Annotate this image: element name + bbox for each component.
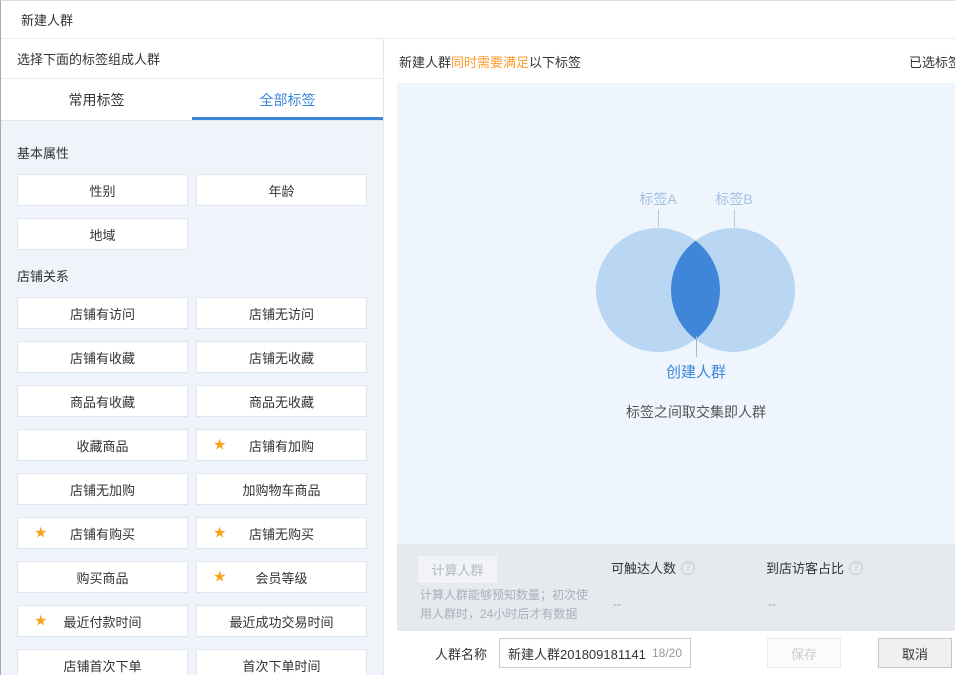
venn-label-b: 标签B	[715, 189, 752, 209]
venn-caption: 标签之间取交集即人群	[626, 402, 766, 422]
create-audience-dialog: 新建人群 选择下面的标签组成人群 常用标签全部标签 基本属性性别 年龄地域店铺关系…	[0, 0, 955, 675]
selected-tags-label: 已选标签	[909, 52, 955, 71]
preview-header-text: 新建人群同时需要满足以下标签	[399, 52, 581, 71]
tag-label: 店铺有收藏	[70, 348, 135, 367]
star-icon: ★	[213, 570, 226, 585]
tag-button[interactable]: ★ 最近付款时间	[17, 605, 188, 637]
dialog-footer: 人群名称 18/20 保存 取消	[397, 631, 955, 675]
calculate-hint: 计算人群能够预知数量；初次使 用人群时，24小时后才有数据	[420, 586, 588, 624]
tab[interactable]: 全部标签	[192, 79, 383, 120]
tab[interactable]: 常用标签	[1, 79, 192, 120]
tag-button[interactable]: 最近成功交易时间	[196, 605, 367, 637]
star-icon: ★	[213, 526, 226, 541]
tag-button[interactable]: 购买商品	[17, 561, 188, 593]
tag-button[interactable]: 首次下单时间	[196, 649, 367, 675]
cancel-button[interactable]: 取消	[878, 638, 952, 668]
help-icon[interactable]: ?	[681, 561, 695, 575]
audience-preview-panel: 新建人群同时需要满足以下标签 已选标签 标签A 标签B	[397, 39, 955, 675]
tag-button[interactable]: 年龄	[196, 174, 367, 206]
star-icon: ★	[213, 438, 226, 453]
tag-button[interactable]: 收藏商品	[17, 429, 188, 461]
header-prefix: 新建人群	[399, 55, 451, 70]
tag-button[interactable]: 加购物车商品	[196, 473, 367, 505]
tag-button[interactable]: 店铺首次下单	[17, 649, 188, 675]
tag-button[interactable]: 地域	[17, 218, 188, 250]
calculate-hint-line1: 计算人群能够预知数量；初次使	[420, 586, 588, 605]
dialog-title: 新建人群	[21, 10, 73, 29]
star-icon: ★	[34, 526, 47, 541]
tag-label: 性别	[89, 181, 115, 200]
section-title: 店铺关系	[17, 266, 367, 285]
tag-button[interactable]: 店铺无加购	[17, 473, 188, 505]
tag-button[interactable]: 店铺有访问	[17, 297, 188, 329]
metric-visitor-label: 到店访客占比	[766, 558, 844, 577]
venn-result-label: 创建人群	[666, 361, 726, 382]
tag-button[interactable]: 商品无收藏	[196, 385, 367, 417]
tag-label: 地域	[89, 225, 115, 244]
tag-label: 收藏商品	[76, 436, 128, 455]
tag-picker-header: 选择下面的标签组成人群	[1, 39, 383, 78]
tag-label: 最近付款时间	[63, 612, 141, 631]
dialog-body: 选择下面的标签组成人群 常用标签全部标签 基本属性性别 年龄地域店铺关系店铺有访问…	[1, 39, 955, 675]
audience-name-label: 人群名称	[435, 644, 487, 663]
preview-header: 新建人群同时需要满足以下标签 已选标签	[397, 39, 955, 83]
venn-connector-result	[696, 336, 697, 357]
section-title: 基本属性	[17, 143, 367, 162]
metric-visitor-ratio: 到店访客占比 ?	[766, 558, 863, 577]
tag-grid: 店铺有访问 店铺无访问店铺有收藏 店铺无收藏商品有收藏 商品无收藏收藏商品 ★ 店铺有加购…	[17, 297, 367, 675]
tag-button[interactable]: 性别	[17, 174, 188, 206]
tag-label: 年龄	[268, 181, 294, 200]
tag-sections: 基本属性性别 年龄地域店铺关系店铺有访问 店铺无访问店铺有收藏 店铺无收藏商品有收藏 商…	[1, 121, 383, 675]
tag-label: 购买商品	[76, 568, 128, 587]
audience-name-field: 18/20	[499, 638, 691, 668]
tag-button[interactable]: 店铺有收藏	[17, 341, 188, 373]
tag-label: 店铺无加购	[70, 480, 135, 499]
dialog-title-bar: 新建人群	[1, 1, 955, 39]
tag-label: 店铺首次下单	[63, 656, 141, 675]
tag-button[interactable]: ★ 店铺有加购	[196, 429, 367, 461]
tag-label: 加购物车商品	[242, 480, 320, 499]
stats-bar: 计算人群 计算人群能够预知数量；初次使 用人群时，24小时后才有数据 可触达人数…	[397, 544, 955, 631]
venn-panel: 标签A 标签B 创建人群 标签之间取交集即人群	[397, 83, 955, 544]
tag-button[interactable]: ★ 店铺无购买	[196, 517, 367, 549]
header-highlight: 同时需要满足	[451, 55, 529, 70]
venn-connector-a	[658, 210, 659, 227]
metric-reachable-label: 可触达人数	[611, 558, 676, 577]
tag-label: 店铺无购买	[249, 524, 314, 543]
tag-button[interactable]: ★ 会员等级	[196, 561, 367, 593]
tag-label: 店铺无访问	[249, 304, 314, 323]
tag-grid: 性别 年龄地域	[17, 174, 367, 250]
header-suffix: 以下标签	[529, 55, 581, 70]
metric-reachable-count: 可触达人数 ?	[611, 558, 695, 577]
char-counter: 18/20	[652, 646, 682, 660]
tag-label: 店铺有加购	[249, 436, 314, 455]
tag-button[interactable]: 商品有收藏	[17, 385, 188, 417]
tag-label: 会员等级	[255, 568, 307, 587]
tag-button[interactable]: 店铺无访问	[196, 297, 367, 329]
tag-label: 最近成功交易时间	[229, 612, 333, 631]
tag-label: 店铺有购买	[70, 524, 135, 543]
tag-label: 商品有收藏	[70, 392, 135, 411]
tag-label: 店铺无收藏	[249, 348, 314, 367]
tag-label: 店铺有访问	[70, 304, 135, 323]
metric-visitor-value: --	[768, 597, 776, 611]
tag-label: 首次下单时间	[242, 656, 320, 675]
venn-label-a: 标签A	[639, 189, 676, 209]
help-icon[interactable]: ?	[849, 561, 863, 575]
calculate-hint-line2: 用人群时，24小时后才有数据	[420, 605, 588, 624]
tag-button[interactable]: 店铺无收藏	[196, 341, 367, 373]
tag-tabs: 常用标签全部标签	[1, 78, 383, 121]
metric-reachable-value: --	[613, 597, 621, 611]
star-icon: ★	[34, 614, 47, 629]
save-button[interactable]: 保存	[767, 638, 841, 668]
tag-label: 商品无收藏	[249, 392, 314, 411]
venn-circles	[546, 228, 846, 352]
venn-connector-b	[734, 210, 735, 227]
tag-button[interactable]: ★ 店铺有购买	[17, 517, 188, 549]
audience-name-input[interactable]	[508, 646, 646, 661]
calculate-audience-button[interactable]: 计算人群	[418, 556, 497, 583]
venn-diagram: 标签A 标签B 创建人群 标签之间取交集即人群	[546, 189, 846, 421]
tag-picker-panel: 选择下面的标签组成人群 常用标签全部标签 基本属性性别 年龄地域店铺关系店铺有访问…	[1, 39, 384, 675]
